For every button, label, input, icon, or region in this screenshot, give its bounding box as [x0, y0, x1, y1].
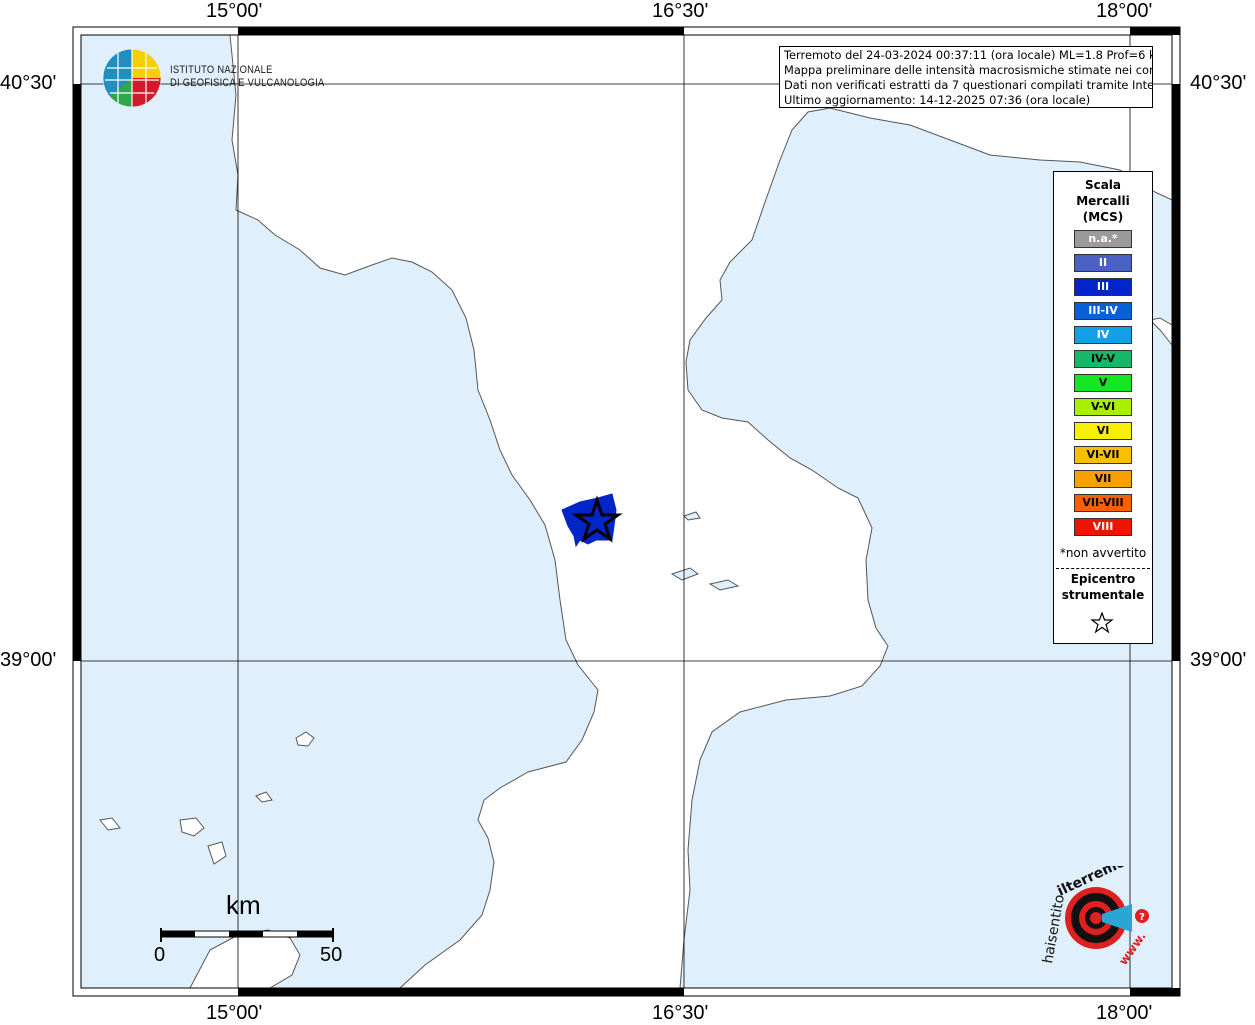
- info-line-data: Dati non verificati estratti da 7 questi…: [784, 78, 1153, 92]
- lon-label-18-bottom: 18°00': [1096, 1002, 1153, 1024]
- legend-swatch: V: [1074, 374, 1132, 392]
- info-line-event: Terremoto del 24-03-2024 00:37:11 (ora l…: [784, 48, 1153, 62]
- legend-swatch: VII: [1074, 470, 1132, 488]
- scale-unit: km: [226, 890, 261, 920]
- legend-swatch: III-IV: [1074, 302, 1132, 320]
- legend-title-line1: Scala: [1084, 178, 1122, 192]
- legend-swatch: IV: [1074, 326, 1132, 344]
- legend-epicenter-line2: strumentale: [1061, 588, 1145, 602]
- ingv-logo-text: ISTITUTO NAZIONALE DI GEOFISICA E VULCAN…: [170, 64, 324, 90]
- lon-label-18: 18°00': [1096, 0, 1153, 22]
- ingv-globe-icon: [102, 48, 162, 108]
- legend-title-line2: Mercalli: [1076, 194, 1130, 208]
- event-info-box: Terremoto del 24-03-2024 00:37:11 (ora l…: [779, 46, 1153, 108]
- star-icon: [1090, 612, 1114, 634]
- legend-epicenter-label: Epicentro strumentale: [1054, 571, 1152, 603]
- legend-note: *non avvertito: [1059, 546, 1147, 560]
- legend-swatch: VII-VIII: [1074, 494, 1132, 512]
- lon-label-15-bottom: 15°00': [206, 1002, 263, 1024]
- legend-separator: [1056, 568, 1150, 569]
- lat-label-39: 39°00': [0, 649, 57, 671]
- hs-text-left: haisentito: [1040, 893, 1068, 964]
- info-line-map: Mappa preliminare delle intensità macros…: [784, 63, 1153, 77]
- legend-swatch: IV-V: [1074, 350, 1132, 368]
- legend-swatch: II: [1074, 254, 1132, 272]
- legend-swatch: VI: [1074, 422, 1132, 440]
- legend-swatch: VI-VII: [1074, 446, 1132, 464]
- legend-title-line3: (MCS): [1082, 210, 1124, 224]
- ingv-logo-line1: ISTITUTO NAZIONALE: [170, 64, 273, 76]
- scale-max: 50: [320, 944, 343, 966]
- lon-label-16-30-bottom: 16°30': [652, 1002, 709, 1024]
- mcs-legend: Scala Mercalli (MCS) n.a.* II III III-IV IV I…: [1053, 171, 1153, 644]
- haisentito-logo[interactable]: ? haisentito ilterremoto.it www.: [1030, 866, 1160, 976]
- lon-label-15: 15°00': [206, 0, 263, 22]
- ingv-logo-line2: DI GEOFISICA E VULCANOLOGIA: [170, 77, 325, 89]
- legend-swatch: III: [1074, 278, 1132, 296]
- info-line-updated: Ultimo aggiornamento: 14-12-2025 07:36 (…: [784, 93, 1091, 107]
- legend-swatch: V-VI: [1074, 398, 1132, 416]
- legend-swatch: n.a.*: [1074, 230, 1132, 248]
- legend-epicenter-line1: Epicentro: [1070, 572, 1136, 586]
- lon-label-16-30: 16°30': [652, 0, 709, 22]
- scale-min: 0: [154, 944, 166, 966]
- lat-label-40-30: 40°30': [0, 72, 57, 94]
- lat-label-40-30-right: 40°30': [1190, 72, 1247, 94]
- legend-swatch: VIII: [1074, 518, 1132, 536]
- lat-label-39-right: 39°00': [1190, 649, 1247, 671]
- legend-title: Scala Mercalli (MCS): [1054, 177, 1152, 225]
- svg-text:?: ?: [1139, 912, 1145, 923]
